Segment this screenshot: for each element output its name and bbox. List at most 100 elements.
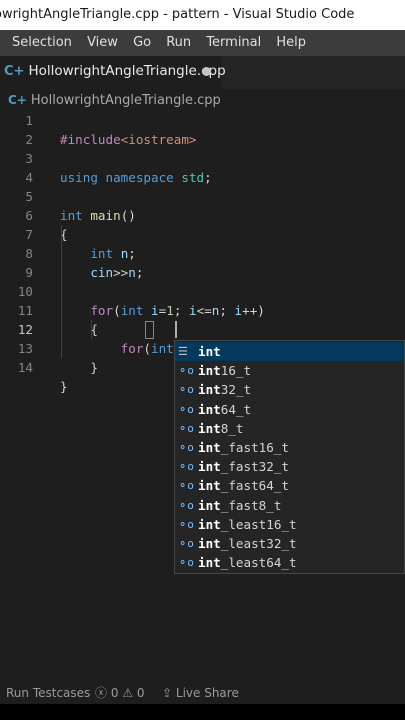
error-count: 0 xyxy=(110,686,119,700)
run-testcases-button[interactable]: Run Testcases xyxy=(6,683,90,704)
line-number: 11 xyxy=(17,303,33,318)
suggestion-label: int_least32_t xyxy=(198,534,297,553)
suggestion-item[interactable]: ⚬o int_fast64_t xyxy=(175,476,404,495)
suggestion-rest: 8_t xyxy=(220,420,244,436)
suggestion-label: int_least16_t xyxy=(198,515,297,534)
suggestion-label: int_fast16_t xyxy=(198,438,289,457)
menu-bar: Selection View Go Run Terminal Help xyxy=(0,30,405,56)
menu-run[interactable]: Run xyxy=(166,30,191,56)
suggestion-item[interactable]: ⚬o int64_t xyxy=(175,400,404,419)
suggestion-match: int xyxy=(198,497,221,513)
suggestion-rest: _least32_t xyxy=(220,536,297,551)
suggestion-rest: 16_t xyxy=(220,363,252,379)
suggestion-rest: 32_t xyxy=(220,382,252,398)
line-number: 12 xyxy=(17,322,33,337)
suggestion-item[interactable]: ⚬o int_least16_t xyxy=(175,515,404,534)
suggestion-item[interactable]: ⚬o int16_t xyxy=(175,361,404,380)
suggestion-rest: _fast16_t xyxy=(220,440,289,455)
code-line: } xyxy=(60,379,68,394)
line-number: 7 xyxy=(25,227,33,242)
line-number: 8 xyxy=(25,246,33,261)
suggestion-match: int xyxy=(198,382,221,398)
reference-icon: ⚬o xyxy=(178,383,194,397)
suggestion-match: int xyxy=(198,536,221,551)
reference-icon: ⚬o xyxy=(178,460,194,474)
suggestion-label: int_fast32_t xyxy=(198,457,289,476)
suggestion-match: int xyxy=(198,420,221,436)
window-title: owrightAngleTriangle.cpp - pattern - Vis… xyxy=(0,7,355,22)
menu-view[interactable]: View xyxy=(87,30,118,56)
line-number: 10 xyxy=(17,284,33,299)
suggestion-match: int xyxy=(198,363,221,379)
tab-label: HollowrightAngleTriangle.cpp xyxy=(28,63,226,79)
reference-icon: ⚬o xyxy=(178,498,194,512)
reference-icon: ⚬o xyxy=(178,517,194,531)
menu-selection[interactable]: Selection xyxy=(12,30,72,56)
suggestion-item[interactable]: ⚬o int_fast8_t xyxy=(175,496,404,515)
reference-icon: ⚬o xyxy=(178,421,194,435)
line-number: 5 xyxy=(25,189,33,204)
suggestion-label: int8_t xyxy=(198,419,244,438)
live-share-button[interactable]: ⇪ Live Share xyxy=(162,683,239,704)
suggestion-match: int xyxy=(198,478,221,494)
text-cursor xyxy=(175,321,177,338)
reference-icon: ⚬o xyxy=(178,402,194,416)
suggestion-item[interactable]: ⚬o int_least64_t xyxy=(175,553,404,572)
window-title-bar: owrightAngleTriangle.cpp - pattern - Vis… xyxy=(0,0,405,30)
suggestion-label: int_fast8_t xyxy=(198,496,281,515)
line-number: 3 xyxy=(25,151,33,166)
reference-icon: ⚬o xyxy=(178,556,194,570)
suggestion-label: int16_t xyxy=(198,361,251,380)
suggestion-match: int xyxy=(198,401,221,417)
suggestion-match: int xyxy=(198,555,221,571)
indent-guide xyxy=(91,320,92,339)
editor-tab[interactable]: C+ HollowrightAngleTriangle.cpp xyxy=(0,56,226,89)
suggestion-rest: _least64_t xyxy=(220,555,297,571)
suggestion-label: int_fast64_t xyxy=(198,476,289,495)
menu-help[interactable]: Help xyxy=(276,30,306,56)
reference-icon: ⚬o xyxy=(178,364,194,378)
bracket-match-highlight xyxy=(145,321,154,339)
suggestion-item[interactable]: ☰ int xyxy=(175,342,404,361)
line-number: 4 xyxy=(25,170,33,185)
line-number: 9 xyxy=(25,265,33,280)
suggestion-rest: _least16_t xyxy=(220,516,297,532)
suggestion-item[interactable]: ⚬o int_fast16_t xyxy=(175,438,404,457)
suggestion-item[interactable]: ⚬o int8_t xyxy=(175,419,404,438)
line-number: 6 xyxy=(25,208,33,223)
line-number: 13 xyxy=(17,341,33,356)
unsaved-dot-icon[interactable] xyxy=(202,67,211,76)
warning-icon: ⚠ xyxy=(122,686,134,700)
suggestion-rest: _fast8_t xyxy=(220,497,282,513)
line-number: 1 xyxy=(25,113,33,128)
error-icon: ⓧ xyxy=(95,686,108,700)
reference-icon: ⚬o xyxy=(178,479,194,493)
indent-guide xyxy=(61,225,62,358)
bottom-edge xyxy=(0,704,405,720)
autocomplete-suggest-widget: ☰ int ⚬o int16_t ⚬o int32_t ⚬o int64_t ⚬o int8_t ⚬… xyxy=(174,340,405,574)
suggestion-match: int xyxy=(198,459,221,475)
line-number: 2 xyxy=(25,132,33,147)
cpp-file-icon: C+ xyxy=(4,64,25,79)
warning-count: 0 xyxy=(136,686,145,700)
suggestion-label: int_least64_t xyxy=(198,553,297,572)
breadcrumb-file[interactable]: HollowrightAngleTriangle.cpp xyxy=(31,93,221,108)
keyword-icon: ☰ xyxy=(178,345,188,358)
editor-bottom-space xyxy=(0,673,405,683)
problems-indicator[interactable]: ⓧ 0 ⚠ 0 xyxy=(95,683,145,704)
suggestion-match: int xyxy=(198,516,221,532)
suggestion-item[interactable]: ⚬o int_fast32_t xyxy=(175,457,404,476)
menu-terminal[interactable]: Terminal xyxy=(206,30,261,56)
suggestion-rest: 64_t xyxy=(220,401,252,417)
status-bar: Run Testcases ⓧ 0 ⚠ 0 ⇪ Live Share xyxy=(0,683,405,704)
menu-go[interactable]: Go xyxy=(133,30,151,56)
editor-tab-bar: C+ HollowrightAngleTriangle.cpp xyxy=(0,56,405,89)
suggestion-label: int64_t xyxy=(198,400,251,419)
reference-icon: ⚬o xyxy=(178,441,194,454)
live-share-icon: ⇪ xyxy=(162,686,173,700)
live-share-label: Live Share xyxy=(175,686,239,700)
suggestion-item[interactable]: ⚬o int_least32_t xyxy=(175,534,404,553)
suggestion-item[interactable]: ⚬o int32_t xyxy=(175,380,404,399)
line-number: 14 xyxy=(17,360,33,375)
suggestion-rest: _fast64_t xyxy=(220,478,289,494)
